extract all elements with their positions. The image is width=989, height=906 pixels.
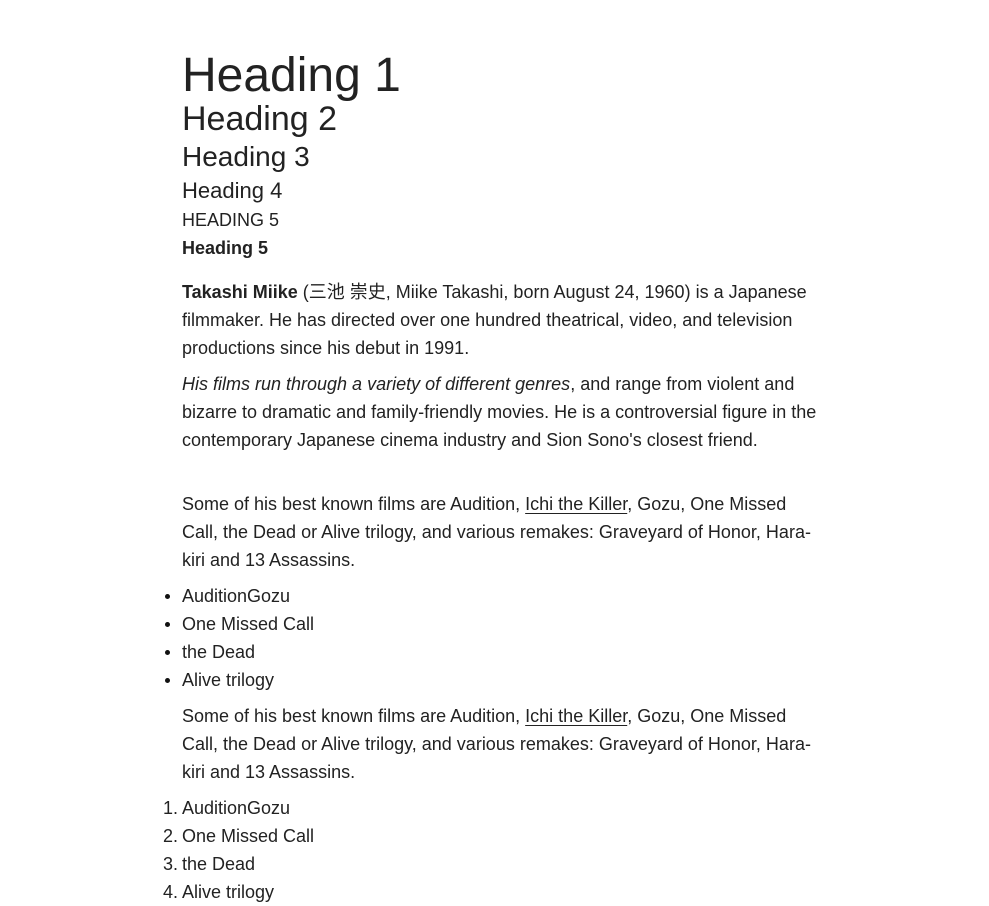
films-text-before: Some of his best known films are Auditio… bbox=[182, 706, 526, 726]
list-item: AuditionGozu bbox=[164, 582, 314, 610]
list-item: 3. the Dead bbox=[163, 850, 314, 878]
list-number: 4. bbox=[162, 882, 178, 902]
heading-5-bold: Heading 5 bbox=[182, 238, 269, 258]
list-item: 4. Alive trilogy bbox=[163, 878, 314, 906]
heading-3: Heading 3 bbox=[182, 141, 310, 172]
list-item-text: One Missed Call bbox=[182, 826, 315, 846]
ordered-list: 1. AuditionGozu 2. One Missed Call 3. the D… bbox=[163, 794, 315, 906]
list-number: 3. bbox=[162, 854, 178, 874]
ichi-the-killer-link[interactable]: Ichi the Killer bbox=[525, 706, 627, 726]
bold-name: Takashi Miike bbox=[182, 282, 298, 302]
list-item: One Missed Call bbox=[164, 610, 314, 638]
unordered-list: AuditionGozu One Missed Call the Dead Al… bbox=[164, 582, 314, 694]
list-number: 2. bbox=[162, 826, 178, 846]
ichi-the-killer-link[interactable]: Ichi the Killer bbox=[525, 494, 627, 514]
list-number: 1. bbox=[162, 798, 178, 818]
heading-2: Heading 2 bbox=[182, 100, 338, 138]
list-item: the Dead bbox=[164, 638, 314, 666]
list-item: Alive trilogy bbox=[164, 666, 314, 694]
italic-genres: His films run through a variety of diffe… bbox=[182, 374, 571, 394]
heading-5-uppercase: HEADING 5 bbox=[182, 210, 280, 230]
films-text-before: Some of his best known films are Auditio… bbox=[182, 494, 526, 514]
list-item: 2. One Missed Call bbox=[163, 822, 315, 850]
films-paragraph: Some of his best known films are Auditio… bbox=[182, 490, 822, 574]
genres-paragraph: His films run through a variety of diffe… bbox=[182, 370, 822, 454]
list-item-text: the Dead bbox=[182, 854, 256, 874]
list-item-text: AuditionGozu bbox=[182, 798, 291, 818]
intro-paragraph: Takashi Miike (三池 崇史, Miike Takashi, bor… bbox=[182, 278, 822, 362]
heading-1: Heading 1 bbox=[182, 49, 401, 102]
list-item-text: Alive trilogy bbox=[182, 882, 275, 902]
list-item: 1. AuditionGozu bbox=[163, 794, 314, 822]
heading-4: Heading 4 bbox=[182, 178, 283, 203]
films-paragraph-repeat: Some of his best known films are Auditio… bbox=[182, 702, 822, 786]
